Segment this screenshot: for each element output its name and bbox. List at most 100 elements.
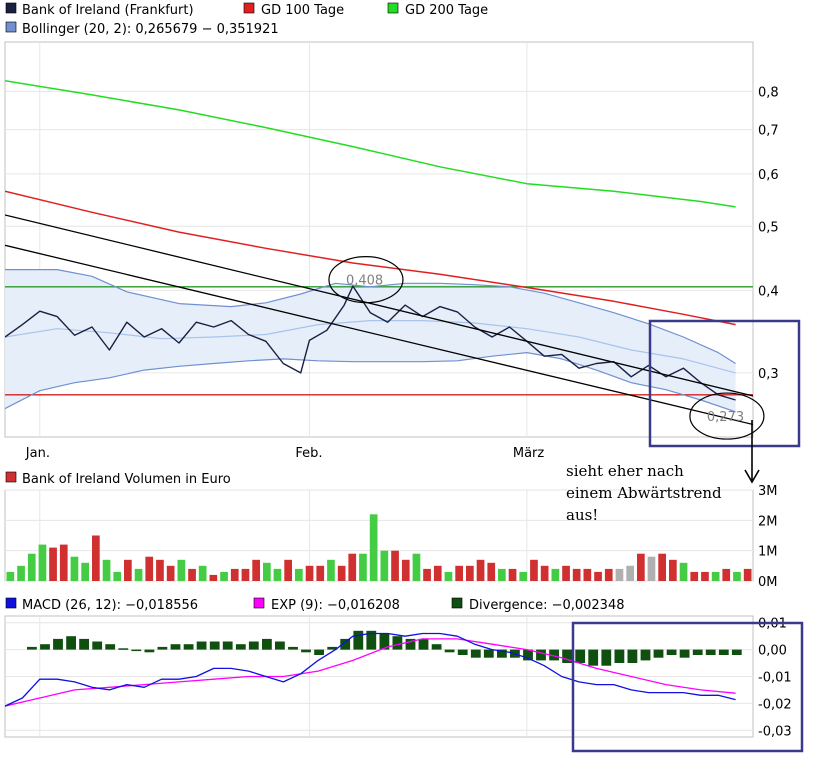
divergence-bar: [196, 641, 207, 650]
volume-y-tick-label: 0M: [758, 575, 778, 590]
price-x-axis: Jan. Feb. März: [25, 446, 545, 461]
volume-bar: [498, 568, 506, 581]
divergence-bar: [301, 649, 311, 653]
volume-bar: [220, 571, 228, 581]
volume-bar: [466, 565, 474, 581]
macd-legend: MACD (26, 12): −0,018556 EXP (9): −0,016…: [5, 597, 625, 613]
legend-item-gd100: GD 100 Tage: [243, 2, 344, 18]
chart-stage: 0,3 0,4 0,5 0,6 0,7 0,8 Jan. Feb. März 0,408 0,2…: [0, 0, 813, 768]
volume-bar: [530, 559, 538, 581]
volume-bar: [59, 544, 68, 581]
volume-bar: [252, 559, 260, 581]
volume-bar: [177, 559, 186, 581]
legend-swatch-bollinger: [5, 21, 17, 33]
volume-bar: [604, 568, 613, 581]
divergence-bar: [692, 649, 703, 655]
volume-bar: [711, 571, 720, 581]
divergence-bar: [222, 641, 233, 650]
divergence-bar: [536, 649, 546, 661]
divergence-bar: [731, 649, 742, 655]
divergence-bar: [679, 649, 690, 658]
divergence-bar: [79, 638, 89, 650]
divergence-bar: [144, 649, 155, 653]
divergence-bar: [614, 649, 625, 663]
divergence-bar: [53, 638, 63, 650]
legend-swatch-volume: [5, 471, 17, 483]
divergence-bar: [118, 648, 129, 650]
legend-label-gd200: GD 200 Tage: [405, 3, 488, 18]
volume-bar: [27, 553, 36, 581]
legend-label-macd: MACD (26, 12): −0,018556: [22, 598, 198, 613]
annotation-note: sieht eher nach einem Abwärtstrend aus!: [566, 460, 756, 526]
price-y-tick-label: 0,6: [758, 168, 779, 183]
volume-bar: [562, 565, 570, 581]
divergence-bar: [627, 649, 638, 663]
volume-bar: [519, 571, 528, 581]
divergence-bar: [157, 646, 168, 650]
volume-bar: [273, 568, 282, 581]
volume-bar: [92, 535, 100, 581]
volume-bar: [455, 565, 463, 581]
volume-bar: [124, 559, 132, 581]
volume-bar: [690, 571, 699, 581]
volume-bar: [369, 514, 378, 581]
volume-bar: [348, 553, 357, 581]
volume-bar: [113, 571, 122, 581]
volume-bar: [733, 571, 741, 581]
stock-chart: 0,3 0,4 0,5 0,6 0,7 0,8 Jan. Feb. März 0,408 0,2…: [4, 2, 804, 753]
legend-label-bank-of-ireland: Bank of Ireland (Frankfurt): [22, 3, 194, 18]
volume-bar: [188, 568, 196, 581]
volume-bar: [423, 568, 431, 581]
volume-bar: [145, 556, 154, 581]
volume-bar: [380, 550, 389, 581]
legend-label-divergence: Divergence: −0,002348: [469, 598, 625, 613]
divergence-bar: [40, 644, 50, 650]
volume-bar: [572, 568, 581, 581]
price-y-tick-label: 0,4: [758, 284, 779, 299]
divergence-bar: [66, 636, 76, 650]
volume-bar: [38, 544, 47, 581]
price-legend: Bank of Ireland (Frankfurt) GD 100 Tage …: [5, 2, 488, 37]
volume-bar: [305, 565, 314, 581]
divergence-bar: [288, 646, 298, 650]
divergence-bar: [431, 644, 442, 650]
annotation-line-1: sieht eher nach: [566, 462, 684, 480]
legend-swatch-bank-of-ireland: [5, 2, 17, 14]
divergence-bar: [353, 630, 364, 650]
divergence-bar: [170, 644, 181, 650]
divergence-bar: [457, 649, 468, 655]
price-y-tick-label: 0,8: [758, 85, 779, 100]
divergence-bar: [248, 641, 259, 650]
volume-bar: [508, 568, 517, 581]
volume-bar: [49, 547, 57, 581]
divergence-bar: [392, 636, 403, 650]
volume-bar: [391, 550, 399, 581]
divergence-bar: [653, 649, 664, 658]
divergence-bar: [131, 649, 142, 652]
annotation-value-label: 0,273: [707, 410, 744, 425]
divergence-bar: [588, 649, 599, 666]
macd-panel: MACD (26, 12): −0,018556 EXP (9): −0,016…: [4, 597, 792, 740]
volume-bar: [658, 553, 666, 581]
legend-item-bank-of-ireland: Bank of Ireland (Frankfurt): [5, 2, 194, 18]
divergence-bar: [444, 649, 455, 653]
macd-y-tick-label: -0,02: [758, 697, 792, 712]
macd-y-tick-label: -0,01: [758, 671, 792, 686]
legend-swatch-divergence: [451, 597, 463, 609]
macd-y-axis: 0,010,00-0,01-0,02-0,03: [758, 617, 792, 740]
divergence-bar: [575, 649, 586, 663]
legend-label-gd100: GD 100 Tage: [261, 3, 344, 18]
legend-label-volume: Bank of Ireland Volumen in Euro: [22, 472, 231, 487]
annotation-line-3: aus!: [566, 506, 599, 524]
divergence-bar: [705, 649, 716, 655]
volume-bar: [230, 568, 239, 581]
volume-bar: [540, 565, 549, 581]
legend-label-exp: EXP (9): −0,016208: [271, 598, 400, 613]
divergence-bar: [640, 649, 651, 661]
volume-bar: [17, 565, 25, 581]
divergence-bar: [418, 638, 429, 650]
volume-bar: [615, 568, 624, 581]
volume-bar: [209, 574, 218, 581]
legend-label-bollinger: Bollinger (20, 2): 0,265679 − 0,351921: [22, 22, 279, 37]
volume-y-tick-label: 3M: [758, 484, 778, 499]
